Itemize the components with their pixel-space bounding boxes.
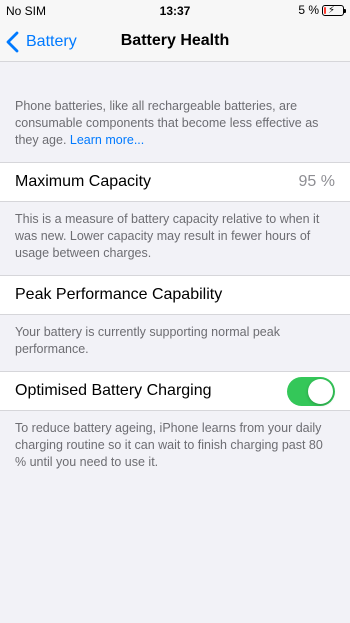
toggle-knob	[308, 379, 333, 404]
maximum-capacity-cell: Maximum Capacity 95 %	[0, 162, 350, 202]
battery-status: 5 % ⚡	[298, 3, 346, 17]
intro-text: Phone batteries, like all rechargeable b…	[15, 99, 319, 147]
learn-more-link[interactable]: Learn more...	[70, 133, 144, 147]
settings-content: Phone batteries, like all rechargeable b…	[0, 63, 350, 471]
optimised-charging-toggle[interactable]	[287, 377, 335, 406]
optimised-charging-label: Optimised Battery Charging	[15, 382, 212, 399]
battery-charging-icon: ⚡	[322, 4, 346, 16]
maximum-capacity-description: This is a measure of battery capacity re…	[15, 212, 320, 260]
navigation-bar: Battery Battery Health	[0, 22, 350, 62]
status-bar: No SIM 13:37 5 % ⚡	[0, 0, 350, 22]
optimised-charging-cell: Optimised Battery Charging	[0, 371, 350, 411]
maximum-capacity-value: 95 %	[298, 173, 335, 190]
optimised-charging-description: To reduce battery ageing, iPhone learns …	[15, 421, 323, 469]
peak-performance-label: Peak Performance Capability	[15, 286, 223, 303]
maximum-capacity-label: Maximum Capacity	[15, 173, 152, 190]
page-title: Battery Health	[120, 32, 230, 49]
peak-performance-cell: Peak Performance Capability	[0, 275, 350, 315]
peak-performance-description: Your battery is currently supporting nor…	[15, 325, 280, 356]
battery-percent: 5 %	[298, 3, 319, 17]
battery-health-screen: No SIM 13:37 5 % ⚡ Battery Battery Healt…	[0, 0, 350, 623]
